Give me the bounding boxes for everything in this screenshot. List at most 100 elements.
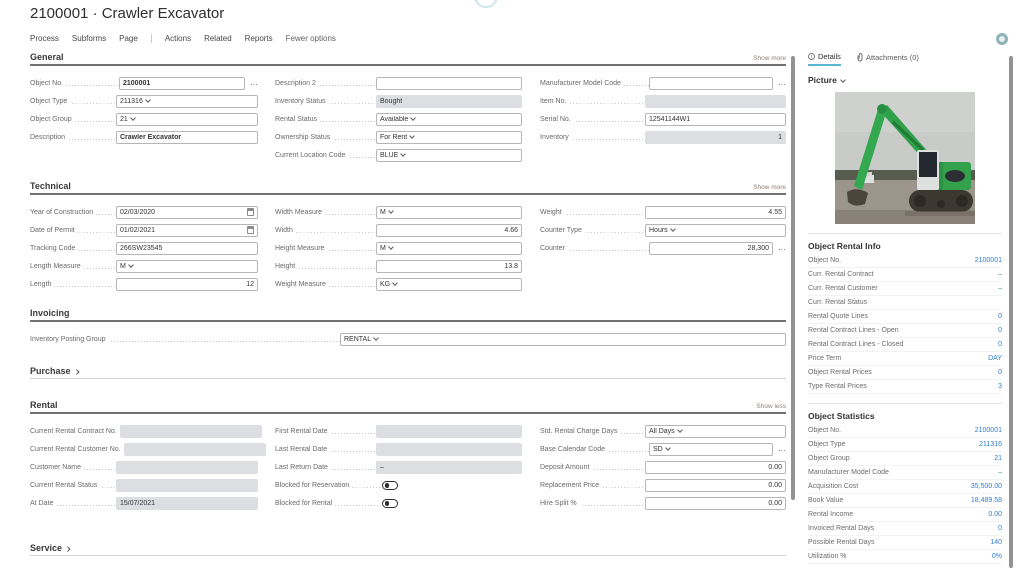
manufacturer-model-code-input[interactable] <box>649 76 773 90</box>
toggle-knob-icon <box>384 483 389 488</box>
rental-status-dropdown[interactable]: Available <box>376 112 522 126</box>
picture-section-header[interactable]: Picture <box>808 75 1010 85</box>
field-current-rental-status: Current Rental Status <box>30 476 258 494</box>
field-inventory-status: Inventory Status Bought <box>275 92 522 110</box>
object-card-page: 2100001 · Crawler Excavator Process Subf… <box>0 0 1024 575</box>
blocked-for-reservation-toggle[interactable] <box>382 480 398 490</box>
current-location-code-dropdown[interactable]: BLUE <box>376 148 522 162</box>
width-measure-dropdown[interactable]: M <box>376 205 522 219</box>
menu-actions[interactable]: Actions <box>165 34 191 43</box>
counter-type-dropdown[interactable]: Hours <box>645 223 786 237</box>
replacement-price-value: 0.00 <box>768 481 782 489</box>
section-service-header[interactable]: Service <box>30 543 786 556</box>
chevron-down-icon <box>409 133 416 139</box>
counter-input[interactable]: 28,300 <box>649 241 773 255</box>
section-technical-title: Technical <box>30 181 71 191</box>
blocked-for-rental-label: Blocked for Rental <box>275 499 336 507</box>
width-input[interactable]: 4.66 <box>376 223 522 237</box>
list-item: Object No. 2100001 <box>808 424 1002 438</box>
field-date-of-permit: Date of Permit 01/02/2021 <box>30 221 258 239</box>
list-item: Acquisition Cost 35,500.00 <box>808 480 1002 494</box>
menu-divider <box>150 34 152 43</box>
blocked-for-reservation-label: Blocked for Reservation <box>275 481 353 489</box>
field-first-rental-date: First Rental Date <box>275 422 522 440</box>
object-no-assist-edit-icon[interactable]: … <box>245 78 258 88</box>
ownership-status-dropdown[interactable]: For Rent <box>376 130 522 144</box>
chevron-down-icon <box>392 280 398 286</box>
inventory-posting-group-dropdown[interactable]: RENTAL <box>340 332 786 346</box>
length-measure-dropdown[interactable]: M <box>116 259 258 273</box>
year-of-construction-datepicker[interactable]: 02/03/2020 <box>116 205 258 219</box>
panel-divider <box>808 233 1002 234</box>
section-rental-title: Rental <box>30 400 58 410</box>
date-of-permit-value: 01/02/2021 <box>120 226 156 234</box>
counter-type-label: Counter Type <box>540 226 585 234</box>
serial-no-input[interactable]: 12541144W1 <box>645 112 786 126</box>
list-item: Curr. Rental Status <box>808 296 1002 310</box>
counter-assist-edit-icon[interactable]: … <box>773 243 786 253</box>
object-no-input[interactable]: 2100001 <box>119 76 245 90</box>
section-general-header: General Show more <box>30 52 786 66</box>
description-2-input[interactable] <box>376 76 522 90</box>
list-item: Manufacturer Model Code – <box>808 466 1002 480</box>
field-current-rental-contract-no: Current Rental Contract No. <box>30 422 262 440</box>
leader-dots <box>335 494 382 512</box>
menu-fewer-options[interactable]: Fewer options <box>286 34 336 43</box>
replacement-price-input[interactable]: 0.00 <box>645 478 786 492</box>
section-purchase-header[interactable]: Purchase <box>30 366 786 379</box>
calendar-icon[interactable] <box>247 208 254 216</box>
technical-show-more-link[interactable]: Show more <box>753 184 786 191</box>
field-year-of-construction: Year of Construction 02/03/2020 <box>30 203 258 221</box>
weight-input[interactable]: 4.55 <box>645 205 786 219</box>
height-measure-dropdown[interactable]: M <box>376 241 522 255</box>
chevron-right-icon <box>73 368 79 374</box>
circular-action-icon[interactable] <box>996 33 1008 45</box>
tab-attachments[interactable]: Attachments (0) <box>857 52 919 66</box>
general-show-more-link[interactable]: Show more <box>753 55 786 62</box>
panel-scrollbar[interactable] <box>1009 56 1013 568</box>
menu-related[interactable]: Related <box>204 34 232 43</box>
deposit-amount-input[interactable]: 0.00 <box>645 460 786 474</box>
list-item: Object No. 2100001 <box>808 254 1002 268</box>
main-scrollbar[interactable] <box>791 56 795 500</box>
field-inventory-posting-group: Inventory Posting Group RENTAL <box>30 330 786 348</box>
object-group-dropdown[interactable]: 21 <box>116 112 258 126</box>
menu-page[interactable]: Page <box>119 34 138 43</box>
menu-process[interactable]: Process <box>30 34 59 43</box>
object-type-value: 211316 <box>120 97 143 105</box>
date-of-permit-datepicker[interactable]: 01/02/2021 <box>116 223 258 237</box>
std-rental-charge-days-dropdown[interactable]: All Days <box>645 424 786 438</box>
field-last-rental-date: Last Rental Date <box>275 440 522 458</box>
weight-measure-label: Weight Measure <box>275 280 329 288</box>
rental-show-less-link[interactable]: Show less <box>756 403 786 410</box>
height-measure-value: M <box>380 244 386 252</box>
list-item: Object Type 211316 <box>808 438 1002 452</box>
object-group-value: 21 <box>120 115 128 123</box>
menu-subforms[interactable]: Subforms <box>72 34 106 43</box>
tracking-code-input[interactable]: 266SW23545 <box>116 241 258 255</box>
list-item: Rental Income 0.00 <box>808 508 1002 522</box>
menu-reports[interactable]: Reports <box>245 34 273 43</box>
field-std-rental-charge-days: Std. Rental Charge Days All Days <box>540 422 786 440</box>
object-type-dropdown[interactable]: 211316 <box>116 94 258 108</box>
base-calendar-code-dropdown[interactable]: SD <box>649 442 773 456</box>
ownership-status-label: Ownership Status <box>275 133 334 141</box>
base-calendar-code-assist-edit-icon[interactable]: … <box>773 444 786 454</box>
field-manufacturer-model-code: Manufacturer Model Code … <box>540 74 786 92</box>
blocked-for-rental-toggle[interactable] <box>382 498 398 508</box>
width-measure-value: M <box>380 208 386 216</box>
section-purchase: Purchase <box>30 366 786 379</box>
weight-measure-dropdown[interactable]: KG <box>376 277 522 291</box>
length-input[interactable]: 12 <box>116 277 258 291</box>
calendar-icon[interactable] <box>247 226 254 234</box>
customer-name-field <box>116 460 258 474</box>
field-current-rental-customer-no: Current Rental Customer No. <box>30 440 266 458</box>
height-input[interactable]: 13.8 <box>376 259 522 273</box>
field-blocked-for-rental: Blocked for Rental <box>275 494 522 512</box>
list-item: Rental Contract Lines - Open 0 <box>808 324 1002 338</box>
hire-split-input[interactable]: 0.00 <box>645 496 786 510</box>
tab-details[interactable]: i Details <box>808 52 841 66</box>
description-input[interactable]: Crawler Excavator <box>116 130 258 144</box>
manufacturer-model-code-assist-edit-icon[interactable]: … <box>773 78 786 88</box>
year-of-construction-value: 02/03/2020 <box>120 208 156 216</box>
